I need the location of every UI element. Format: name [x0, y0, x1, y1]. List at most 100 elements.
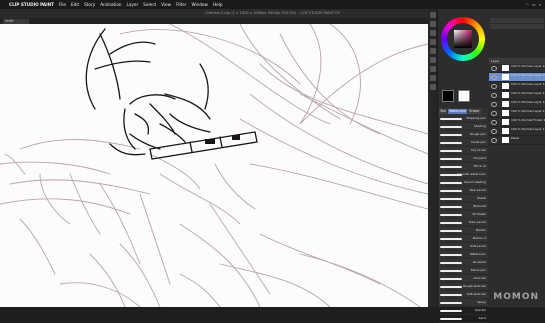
zoom-tool-icon[interactable] — [429, 84, 436, 90]
select-tool-icon[interactable] — [429, 48, 436, 54]
layer-item[interactable]: Paper — [489, 136, 545, 145]
brush-item[interactable]: Smooth watercolor — [438, 171, 488, 179]
eye-icon[interactable] — [491, 111, 497, 116]
layer-item[interactable]: 100 % Normal Layer 12 — [489, 100, 545, 109]
brush-tool-icon[interactable] — [429, 21, 436, 27]
brush-item[interactable]: Soft pencil — [438, 243, 488, 251]
menu-help[interactable]: Help — [213, 2, 223, 7]
brush-item[interactable]: Blend pen — [438, 267, 488, 275]
search-icon[interactable]: ⌕ — [539, 2, 541, 7]
eye-icon[interactable] — [491, 138, 497, 143]
brush-tab[interactable]: Eraser — [468, 109, 481, 114]
brush-item[interactable]: Shading — [438, 123, 488, 131]
wifi-icon[interactable]: ◠ — [525, 2, 529, 7]
layer-item[interactable]: 100 % Normal Layer 14 — [489, 82, 545, 91]
menu-filter[interactable]: Filter — [176, 2, 186, 7]
color-wheel[interactable] — [441, 17, 485, 61]
layer-thumbnail — [502, 74, 509, 80]
app-name[interactable]: CLIP STUDIO PAINT — [9, 2, 54, 7]
brush-item[interactable]: Sparkle — [438, 307, 488, 315]
menu-story[interactable]: Story — [84, 2, 95, 7]
menu-animation[interactable]: Animation — [100, 2, 121, 7]
brush-item[interactable]: Chalk pen — [438, 139, 488, 147]
layer-thumbnail — [502, 110, 509, 116]
brush-label: Oil paint — [473, 156, 486, 160]
layer-thumbnail — [502, 92, 509, 98]
drawing-canvas[interactable] — [0, 24, 428, 307]
layer-name: 100 % Normal Layer 1 — [511, 127, 545, 131]
brush-label: Pencil shading — [464, 180, 486, 184]
layer-thumbnail — [502, 101, 509, 107]
layer-item[interactable]: 100 % Normal Layer 15 — [489, 73, 545, 82]
layer-item[interactable]: 100 % Normal Folder 2 — [489, 118, 545, 127]
brush-item[interactable]: Marker 2 — [438, 235, 488, 243]
navigator-strip[interactable] — [490, 18, 544, 23]
brush-label: Real pencil — [469, 188, 486, 192]
navigator-panel — [489, 17, 545, 57]
brush-item[interactable]: Pencil shading — [438, 179, 488, 187]
eraser-tool-icon[interactable] — [429, 30, 436, 36]
brush-label: Pastel — [477, 196, 486, 200]
layer-item[interactable]: 100 % Normal Layer 11 — [489, 109, 545, 118]
eye-icon[interactable] — [491, 75, 497, 80]
brush-label: Dry brush — [471, 148, 486, 152]
layer-panel: Layer 100 % Normal Layer 16 100 % Normal … — [489, 58, 545, 307]
brush-item[interactable]: Dark pencil — [438, 219, 488, 227]
main-color-swatch[interactable] — [442, 90, 454, 102]
eye-icon[interactable] — [491, 93, 497, 98]
menu-file[interactable]: File — [59, 2, 66, 7]
fill-tool-icon[interactable] — [429, 57, 436, 63]
layer-thumbnail — [502, 83, 509, 89]
brush-item[interactable]: Airbrush — [438, 275, 488, 283]
eye-icon[interactable] — [491, 102, 497, 107]
brush-item[interactable]: Soft airbrush — [438, 291, 488, 299]
brush-panel: Tool Watercolor Eraser Mapping pen Shadin… — [438, 108, 488, 323]
layer-item[interactable]: 100 % Normal Layer 1 — [489, 127, 545, 136]
eye-icon[interactable] — [491, 84, 497, 89]
brush-item[interactable]: Marker — [438, 227, 488, 235]
brush-stroke-preview — [440, 278, 462, 280]
brush-label: Mapping pen — [466, 116, 486, 120]
brush-item[interactable]: Gouache — [438, 259, 488, 267]
move-tool-icon[interactable] — [429, 39, 436, 45]
brush-item[interactable]: Pastel — [438, 195, 488, 203]
brush-item[interactable]: Real pencil — [438, 187, 488, 195]
brush-stroke-preview — [440, 182, 462, 184]
brush-item[interactable]: Oil Pastel — [438, 211, 488, 219]
layer-item[interactable]: 100 % Normal Layer 13 — [489, 91, 545, 100]
brush-item[interactable]: Rough pen — [438, 131, 488, 139]
battery-icon[interactable]: ▭ — [532, 2, 536, 7]
sub-color-swatch[interactable] — [458, 90, 470, 102]
menu-select[interactable]: Select — [143, 2, 156, 7]
layer-name: 100 % Normal Layer 16 — [511, 64, 545, 68]
brush-stroke-preview — [440, 286, 462, 288]
pen-tool-icon[interactable] — [429, 12, 436, 18]
brush-item[interactable]: Spray — [438, 299, 488, 307]
brush-label: Smooth watercolor — [457, 172, 486, 176]
eye-icon[interactable] — [491, 66, 497, 71]
eyedropper-tool-icon[interactable] — [429, 75, 436, 81]
navigator-strip[interactable] — [490, 24, 544, 29]
brush-item[interactable]: Rough airbrush — [438, 283, 488, 291]
brush-tab[interactable]: Watercolor — [448, 109, 468, 114]
layer-item[interactable]: 100 % Normal Layer 16 — [489, 64, 545, 73]
text-tool-icon[interactable] — [429, 66, 436, 72]
brush-item[interactable]: Oil paint — [438, 155, 488, 163]
menu-edit[interactable]: Edit — [71, 2, 79, 7]
brush-stroke-preview — [440, 318, 462, 320]
saturation-value-square[interactable] — [454, 30, 472, 48]
brush-stroke-preview — [440, 150, 462, 152]
eye-icon[interactable] — [491, 129, 497, 134]
brush-item[interactable]: Sand — [438, 315, 488, 323]
menu-layer[interactable]: Layer — [127, 2, 139, 7]
brush-tab[interactable]: Tool — [439, 109, 448, 114]
brush-item[interactable]: Thick oil — [438, 163, 488, 171]
layer-name: 100 % Normal Folder 2 — [511, 118, 545, 122]
brush-item[interactable]: Dry brush — [438, 147, 488, 155]
brush-item[interactable]: Watercolor — [438, 251, 488, 259]
eye-icon[interactable] — [491, 120, 497, 125]
brush-item[interactable]: Textured — [438, 203, 488, 211]
menu-view[interactable]: View — [161, 2, 171, 7]
brush-item[interactable]: Mapping pen — [438, 115, 488, 123]
menu-window[interactable]: Window — [191, 2, 208, 7]
